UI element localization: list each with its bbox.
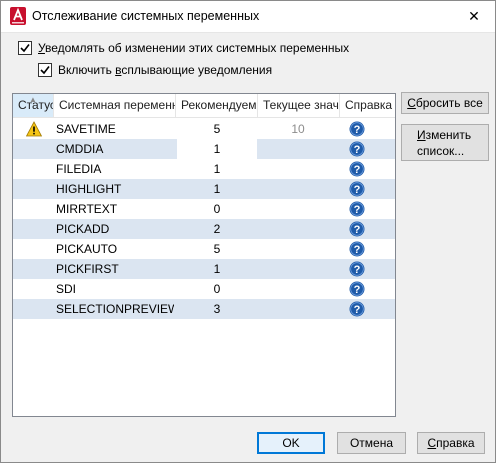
svg-text:?: ?: [354, 204, 361, 216]
recommended-value[interactable]: 5: [177, 239, 257, 259]
sysvar-name: SELECTIONPREVIEW: [56, 302, 174, 316]
svg-text:?: ?: [354, 224, 361, 236]
table-row[interactable]: SAVETIME 5 10?: [13, 119, 395, 139]
recommended-value[interactable]: 1: [177, 259, 257, 279]
recommended-value[interactable]: 1: [177, 179, 257, 199]
current-value: [258, 139, 338, 159]
svg-text:?: ?: [354, 284, 361, 296]
balloon-checkbox[interactable]: [38, 63, 52, 77]
recommended-value[interactable]: 1: [177, 159, 257, 179]
recommended-value[interactable]: 5: [177, 119, 257, 139]
sysvar-name: SDI: [56, 282, 77, 296]
recommended-value[interactable]: 0: [177, 279, 257, 299]
sysvar-name: PICKADD: [56, 222, 110, 236]
sysvar-name: CMDDIA: [56, 142, 104, 156]
sysvar-name: FILEDIA: [56, 162, 102, 176]
svg-text:?: ?: [354, 144, 361, 156]
help-icon[interactable]: ?: [349, 261, 369, 277]
current-value: [258, 199, 338, 219]
help-icon[interactable]: ?: [349, 181, 369, 197]
edit-list-button[interactable]: Изменить список...: [401, 124, 489, 161]
svg-text:?: ?: [354, 124, 361, 136]
table-header: ▲ Статус Системная переменная Рекомендуе…: [13, 94, 395, 118]
table-row[interactable]: PICKFIRST 1?: [13, 259, 395, 279]
table-row[interactable]: HIGHLIGHT 1?: [13, 179, 395, 199]
cancel-button[interactable]: Отмена: [337, 432, 406, 454]
help-icon[interactable]: ?: [349, 201, 369, 217]
balloon-label: Включить всплывающие уведомления: [58, 63, 273, 77]
warning-icon: [26, 121, 44, 137]
sort-ascending-icon: ▲: [29, 95, 37, 104]
notify-label: Уведомлять об изменении этих системных п…: [38, 41, 350, 55]
recommended-value[interactable]: 2: [177, 219, 257, 239]
column-header-current[interactable]: Текущее значение: [258, 94, 340, 117]
window-title: Отслеживание системных переменных: [32, 9, 260, 23]
current-value: 10: [291, 122, 305, 136]
table-row[interactable]: CMDDIA 1?: [13, 139, 395, 159]
sysvar-name: PICKFIRST: [56, 262, 119, 276]
current-value: [258, 239, 338, 259]
table-row[interactable]: FILEDIA 1?: [13, 159, 395, 179]
notify-option[interactable]: Уведомлять об изменении этих системных п…: [18, 41, 349, 55]
column-header-help[interactable]: Справка: [340, 94, 395, 117]
help-icon[interactable]: ?: [349, 161, 369, 177]
title-bar: Отслеживание системных переменных ✕: [1, 1, 495, 33]
table-row[interactable]: SELECTIONPREVIEW 3?: [13, 299, 395, 319]
sysvar-name: MIRRTEXT: [56, 202, 118, 216]
balloon-option[interactable]: Включить всплывающие уведомления: [38, 63, 272, 77]
recommended-value[interactable]: 0: [177, 199, 257, 219]
table-row[interactable]: PICKADD 2?: [13, 219, 395, 239]
help-icon[interactable]: ?: [349, 221, 369, 237]
column-header-status[interactable]: ▲ Статус: [13, 94, 54, 117]
help-icon[interactable]: ?: [349, 121, 369, 137]
current-value: [258, 159, 338, 179]
column-header-recommended[interactable]: Рекомендуемое: [176, 94, 258, 117]
help-icon[interactable]: ?: [349, 301, 369, 317]
help-icon[interactable]: ?: [349, 241, 369, 257]
current-value: [258, 279, 338, 299]
recommended-value[interactable]: 3: [177, 299, 257, 319]
sysvar-name: HIGHLIGHT: [56, 182, 122, 196]
svg-text:?: ?: [354, 264, 361, 276]
reset-all-button[interactable]: Сбросить все: [401, 92, 489, 114]
current-value: [258, 219, 338, 239]
help-button[interactable]: Справка: [417, 432, 485, 454]
svg-text:?: ?: [354, 164, 361, 176]
table-row[interactable]: MIRRTEXT 0?: [13, 199, 395, 219]
current-value: [258, 259, 338, 279]
table-row[interactable]: SDI 0?: [13, 279, 395, 299]
autocad-app-icon: [10, 7, 26, 25]
table-row[interactable]: PICKAUTO 5?: [13, 239, 395, 259]
dialog-window: Отслеживание системных переменных ✕ Увед…: [0, 0, 496, 463]
sysvar-name: PICKAUTO: [56, 242, 118, 256]
svg-text:?: ?: [354, 304, 361, 316]
current-value: [258, 299, 338, 319]
column-header-sysvar[interactable]: Системная переменная: [54, 94, 176, 117]
ok-button[interactable]: OK: [257, 432, 325, 454]
sysvar-name: SAVETIME: [56, 122, 116, 136]
help-icon[interactable]: ?: [349, 141, 369, 157]
help-icon[interactable]: ?: [349, 281, 369, 297]
svg-text:?: ?: [354, 244, 361, 256]
close-icon[interactable]: ✕: [465, 7, 483, 25]
notify-checkbox[interactable]: [18, 41, 32, 55]
recommended-value[interactable]: 1: [177, 139, 257, 159]
sysvar-table[interactable]: ▲ Статус Системная переменная Рекомендуе…: [12, 93, 396, 417]
svg-text:?: ?: [354, 184, 361, 196]
current-value: [258, 179, 338, 199]
